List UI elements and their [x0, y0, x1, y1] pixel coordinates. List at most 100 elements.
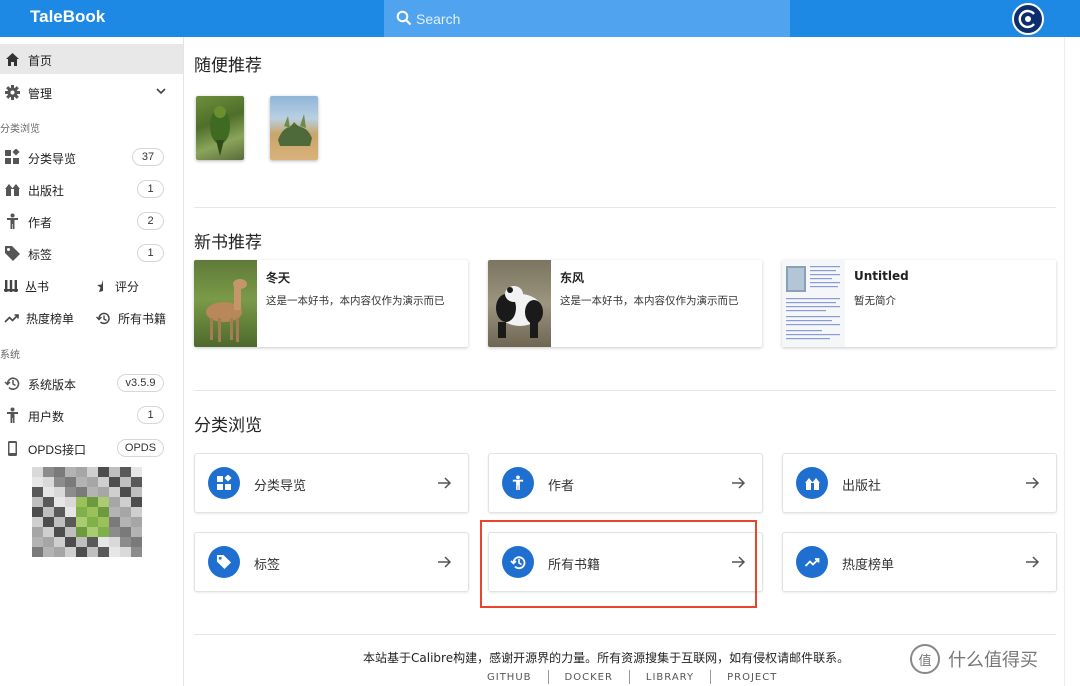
sidebar-item-rating[interactable]: 评分 [96, 274, 139, 298]
sidebar-item-version[interactable]: 系统版本 v3.5.9 [0, 368, 183, 398]
trending-up-icon [804, 558, 820, 567]
series-bars-icon [4, 280, 18, 292]
mosaic-cell [76, 527, 87, 537]
footer-link-docker[interactable]: DOCKER [565, 672, 613, 683]
sidebar-label: 出版社 [28, 184, 65, 198]
watermark: 值 什么值得买 [910, 644, 1038, 674]
book-title: 冬天 [266, 271, 291, 285]
footer-link-project[interactable]: PROJECT [727, 672, 777, 683]
opds-chip: OPDS [117, 439, 164, 457]
mosaic-cell [131, 547, 142, 557]
mosaic-cell [65, 507, 76, 517]
mosaic-cell [98, 537, 109, 547]
mosaic-cell [43, 547, 54, 557]
category-card-hot[interactable]: 热度榜单 [782, 532, 1057, 592]
book-cover[interactable] [196, 96, 244, 160]
sidebar-label: 热度榜单 [26, 311, 75, 326]
link-separator [710, 670, 712, 684]
mosaic-cell [98, 497, 109, 507]
star-half-icon [97, 280, 103, 292]
mosaic-cell [120, 547, 131, 557]
mosaic-cell [98, 487, 109, 497]
mosaic-cell [109, 467, 120, 477]
publisher-house-icon [804, 477, 820, 490]
category-card-tag[interactable]: 标签 [194, 532, 469, 592]
category-card-navigation[interactable]: 分类导览 [194, 453, 469, 513]
menu-icon[interactable] [0, 11, 16, 25]
sidebar-item-hot[interactable]: 热度榜单 [4, 306, 74, 330]
mosaic-cell [43, 537, 54, 547]
sidebar-item-all-books[interactable]: 所有书籍 [96, 306, 166, 330]
sidebar-item-manage[interactable]: 管理 [0, 77, 183, 107]
chevron-down-icon[interactable] [155, 85, 167, 97]
category-icon-circle [796, 467, 828, 499]
footer-link-github[interactable]: GITHUB [487, 672, 532, 683]
sidebar-label: 标签 [28, 248, 53, 262]
book-title: 东风 [560, 271, 585, 285]
sidebar-item-home[interactable]: 首页 [0, 44, 183, 74]
mosaic-cell [120, 497, 131, 507]
sidebar-item-publisher[interactable]: 出版社 1 [0, 174, 183, 204]
category-label: 分类导览 [254, 478, 307, 493]
mosaic-cell [120, 527, 131, 537]
mosaic-cell [54, 487, 65, 497]
book-cover [488, 260, 551, 347]
sidebar-item-category[interactable]: 分类导览 37 [0, 142, 183, 172]
search-input[interactable] [416, 8, 776, 30]
mosaic-cell [131, 477, 142, 487]
book-card[interactable]: 冬天 这是一本好书，本内容仅作为演示而已 [194, 260, 468, 347]
footer-link-library[interactable]: LIBRARY [646, 672, 694, 683]
mosaic-cell [109, 537, 120, 547]
mosaic-cell [131, 507, 142, 517]
category-card-author[interactable]: 作者 [488, 453, 763, 513]
page-edge [1064, 37, 1080, 686]
mosaic-cell [76, 507, 87, 517]
panda-image [496, 286, 543, 338]
mosaic-cell [54, 507, 65, 517]
parrot-image [210, 106, 230, 156]
book-title: Untitled [854, 269, 909, 283]
mosaic-cell [43, 507, 54, 517]
sidebar-item-tag[interactable]: 标签 1 [0, 238, 183, 268]
phone-icon [8, 441, 17, 456]
sidebar-label: 丛书 [25, 279, 50, 294]
trending-up-icon [4, 314, 19, 323]
sidebar-item-users[interactable]: 用户数 1 [0, 400, 183, 430]
mosaic-cell [131, 467, 142, 477]
mosaic-cell [32, 527, 43, 537]
mosaic-cell [43, 477, 54, 487]
deer-image [206, 279, 247, 342]
sidebar-item-author[interactable]: 作者 2 [0, 206, 183, 236]
random-section-title: 随便推荐 [194, 56, 262, 75]
arrow-right-icon [1026, 556, 1040, 568]
tag-icon [5, 246, 20, 261]
book-cover[interactable] [270, 96, 318, 160]
sidebar-item-series[interactable]: 丛书 [4, 274, 49, 298]
search-bar[interactable] [384, 0, 790, 37]
mosaic-cell [65, 467, 76, 477]
highlight-box [480, 520, 757, 608]
mosaic-cell [54, 477, 65, 487]
mosaic-cell [131, 517, 142, 527]
book-card[interactable]: 东风 这是一本好书，本内容仅作为演示而已 [488, 260, 762, 347]
version-chip: v3.5.9 [117, 374, 164, 392]
mosaic-cell [54, 467, 65, 477]
link-separator [547, 670, 549, 684]
category-label: 作者 [548, 478, 575, 493]
category-card-publisher[interactable]: 出版社 [782, 453, 1057, 513]
user-avatar[interactable] [1012, 3, 1044, 35]
browse-section-title: 分类浏览 [194, 416, 262, 435]
count-badge: 2 [137, 212, 164, 230]
sidebar-item-opds[interactable]: OPDS接口 OPDS [0, 433, 183, 463]
mosaic-cell [32, 487, 43, 497]
mosaic-cell [54, 527, 65, 537]
widgets-icon [5, 149, 20, 164]
mosaic-cell [54, 547, 65, 557]
mosaic-cell [87, 507, 98, 517]
qr-code-image [32, 467, 142, 557]
category-icon-circle [502, 467, 534, 499]
app-title[interactable]: TaleBook [30, 7, 105, 27]
mosaic-cell [87, 537, 98, 547]
book-cover [194, 260, 257, 347]
book-card[interactable]: Untitled 暂无简介 [782, 260, 1056, 347]
